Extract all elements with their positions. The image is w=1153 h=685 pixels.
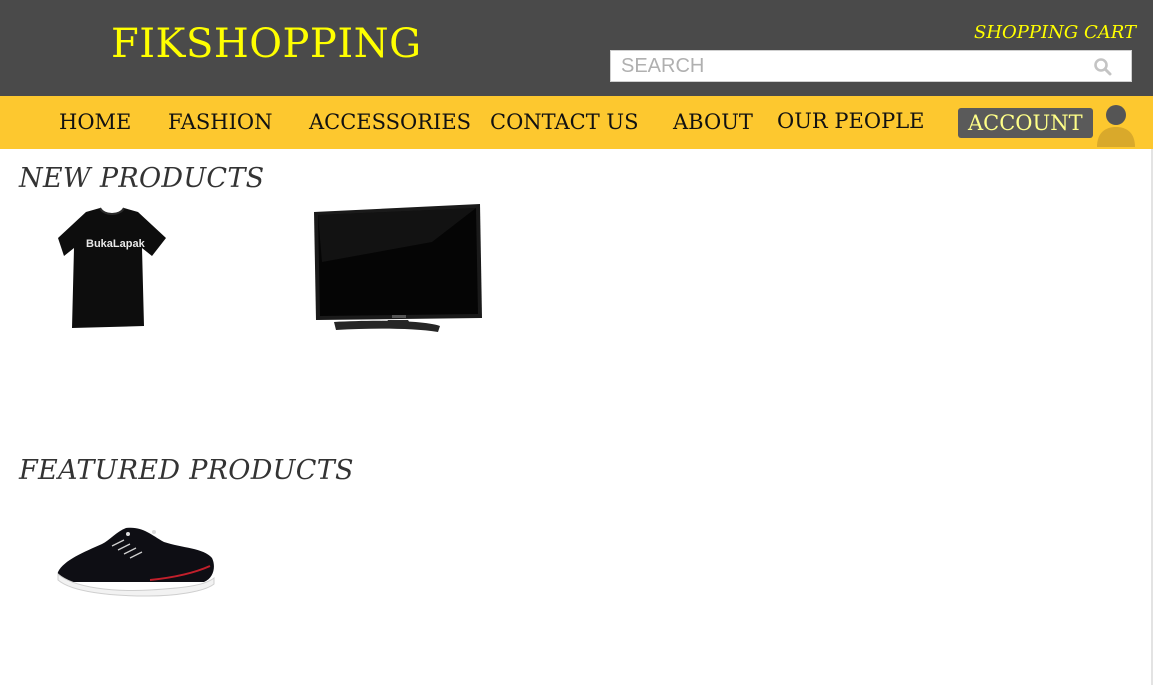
main-nav: HOME FASHION ACCESSORIES CONTACT US ABOU… [0,96,1153,149]
search-icon[interactable] [1093,57,1113,77]
shopping-cart-link[interactable]: SHOPPING CART [974,22,1136,43]
nav-item-home[interactable]: HOME [59,110,131,134]
header-bar: FIKSHOPPING SHOPPING CART [0,0,1153,96]
search-input[interactable] [611,51,1091,81]
search-box [610,50,1132,82]
product-card-tv[interactable] [312,202,484,336]
avatar-icon[interactable] [1095,103,1137,147]
nav-item-our-people[interactable]: OUR PEOPLE [777,109,924,133]
tshirt-print-text: BukaLapak [86,238,146,250]
section-title-featured-products: FEATURED PRODUCTS [19,455,354,486]
product-card-tshirt[interactable]: BukaLapak [56,206,168,330]
nav-item-contact-us[interactable]: CONTACT US [490,110,639,134]
nav-item-accessories[interactable]: ACCESSORIES [309,110,471,134]
nav-item-fashion[interactable]: FASHION [168,110,273,134]
account-button[interactable]: ACCOUNT [958,108,1093,138]
tshirt-image: BukaLapak [58,207,166,328]
brand-logo[interactable]: FIKSHOPPING [111,24,422,64]
section-title-new-products: NEW PRODUCTS [19,163,265,194]
product-card-sneaker[interactable] [54,522,218,598]
tv-monitor-image [314,204,482,332]
nav-item-about[interactable]: ABOUT [673,110,753,134]
sneaker-image [57,527,215,597]
